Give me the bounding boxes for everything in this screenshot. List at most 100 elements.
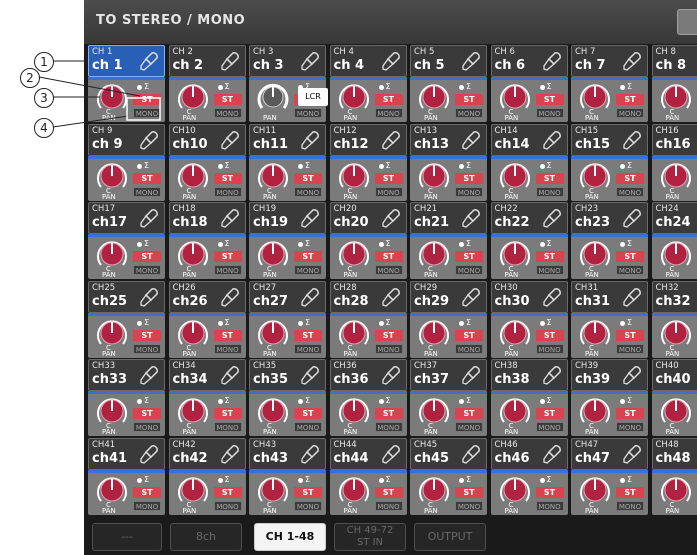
channel-name-button[interactable]: CH20 ch20	[329, 202, 407, 234]
channel-name-button[interactable]: CH28 ch28	[329, 280, 407, 313]
pan-knob[interactable]	[659, 394, 693, 428]
channel-name-button[interactable]: CH 5 ch 5	[410, 45, 487, 77]
pan-knob[interactable]	[578, 316, 612, 350]
mono-button[interactable]: MONO	[294, 343, 322, 354]
channel-name-button[interactable]: CH38 ch38	[490, 359, 568, 391]
close-button[interactable]	[677, 9, 697, 35]
st-button[interactable]: ST	[133, 486, 161, 498]
channel-name-button[interactable]: CH 9 ch 9	[88, 123, 165, 156]
st-button[interactable]: ST	[616, 251, 644, 262]
st-button[interactable]: ST	[213, 329, 242, 341]
channel-name-button[interactable]: CH27 ch27	[249, 280, 326, 313]
st-button[interactable]: ST	[616, 486, 644, 498]
channel-name-button[interactable]: CH34 ch34	[168, 359, 246, 391]
pan-knob[interactable]	[417, 394, 451, 428]
st-button[interactable]: ST	[294, 172, 322, 184]
pan-knob[interactable]	[659, 159, 693, 193]
mono-button[interactable]: MONO	[374, 265, 403, 275]
st-button[interactable]: ST	[294, 408, 322, 419]
st-button[interactable]: ST	[616, 329, 644, 341]
channel-name-button[interactable]: CH 1 ch 1	[88, 45, 165, 77]
tab-8ch[interactable]: 8ch	[170, 523, 242, 551]
pan-knob[interactable]	[578, 237, 612, 271]
mono-button[interactable]: MONO	[294, 108, 322, 118]
pan-knob[interactable]	[417, 237, 451, 271]
mono-button[interactable]: MONO	[616, 186, 644, 197]
mono-button[interactable]: MONO	[535, 343, 564, 354]
channel-name-button[interactable]: CH47 ch47	[571, 437, 648, 470]
mono-button[interactable]: MONO	[535, 500, 564, 511]
mono-button[interactable]: MONO	[374, 186, 403, 197]
st-button[interactable]: ST	[213, 251, 242, 262]
channel-name-button[interactable]: CH45 ch45	[410, 437, 487, 470]
pan-knob[interactable]	[498, 80, 532, 114]
st-button[interactable]: ST	[294, 486, 322, 498]
pan-knob[interactable]	[578, 159, 612, 193]
pan-knob[interactable]	[256, 237, 290, 271]
pan-knob[interactable]	[256, 394, 290, 428]
channel-name-button[interactable]: CH10 ch10	[168, 123, 246, 156]
mono-button[interactable]: MONO	[133, 108, 161, 118]
mono-button[interactable]: MONO	[535, 265, 564, 275]
st-button[interactable]: ST	[133, 329, 161, 341]
pan-knob[interactable]	[256, 316, 290, 350]
channel-name-button[interactable]: CH12 ch12	[329, 123, 407, 156]
channel-name-button[interactable]: CH 2 ch 2	[168, 45, 246, 77]
mono-button[interactable]: MONO	[455, 186, 483, 197]
channel-name-button[interactable]: CH46 ch46	[490, 437, 568, 470]
pan-knob[interactable]	[659, 316, 693, 350]
mono-button[interactable]: MONO	[213, 422, 242, 432]
channel-name-button[interactable]: CH42 ch42	[168, 437, 246, 470]
pan-knob[interactable]	[176, 473, 210, 507]
st-button[interactable]: ST	[374, 408, 403, 419]
st-button[interactable]: ST	[213, 486, 242, 498]
channel-name-button[interactable]: CH25 ch25	[88, 280, 165, 313]
channel-name-button[interactable]: CH 4 ch 4	[329, 45, 407, 77]
channel-name-button[interactable]: CH30 ch30	[490, 280, 568, 313]
pan-knob[interactable]	[498, 473, 532, 507]
pan-knob[interactable]	[417, 316, 451, 350]
st-button[interactable]: ST	[616, 408, 644, 419]
st-button[interactable]: ST	[294, 329, 322, 341]
channel-name-button[interactable]: CH16 ch16	[651, 123, 697, 156]
mono-button[interactable]: MONO	[535, 186, 564, 197]
pan-knob[interactable]	[337, 159, 371, 193]
st-button[interactable]: ST	[213, 94, 242, 105]
mono-button[interactable]: MONO	[213, 108, 242, 118]
mono-button[interactable]: MONO	[455, 343, 483, 354]
pan-knob[interactable]	[95, 237, 129, 271]
tab-output[interactable]: OUTPUT	[414, 523, 486, 551]
channel-name-button[interactable]: CH41 ch41	[88, 437, 165, 470]
channel-name-button[interactable]: CH48 ch48	[651, 437, 697, 470]
channel-name-button[interactable]: CH13 ch13	[410, 123, 487, 156]
st-button[interactable]: ST	[535, 408, 564, 419]
pan-knob[interactable]	[337, 316, 371, 350]
pan-knob[interactable]	[256, 80, 290, 114]
channel-name-button[interactable]: CH18 ch18	[168, 202, 246, 234]
channel-name-button[interactable]: CH33 ch33	[88, 359, 165, 391]
pan-knob[interactable]	[417, 80, 451, 114]
pan-knob[interactable]	[95, 316, 129, 350]
pan-knob[interactable]	[337, 80, 371, 114]
pan-knob[interactable]	[578, 473, 612, 507]
mono-button[interactable]: MONO	[374, 422, 403, 432]
st-button[interactable]: ST	[133, 251, 161, 262]
pan-knob[interactable]	[176, 237, 210, 271]
channel-name-button[interactable]: CH39 ch39	[571, 359, 648, 391]
channel-name-button[interactable]: CH23 ch23	[571, 202, 648, 234]
st-button[interactable]: ST	[374, 329, 403, 341]
pan-knob[interactable]	[417, 159, 451, 193]
st-button[interactable]: ST	[535, 94, 564, 105]
channel-name-button[interactable]: CH24 ch24	[651, 202, 697, 234]
channel-name-button[interactable]: CH31 ch31	[571, 280, 648, 313]
channel-name-button[interactable]: CH19 ch19	[249, 202, 326, 234]
pan-knob[interactable]	[659, 237, 693, 271]
pan-knob[interactable]	[498, 316, 532, 350]
channel-name-button[interactable]: CH 3 ch 3	[249, 45, 326, 77]
pan-knob[interactable]	[337, 473, 371, 507]
pan-knob[interactable]	[176, 394, 210, 428]
pan-knob[interactable]	[176, 159, 210, 193]
pan-knob[interactable]	[498, 159, 532, 193]
channel-name-button[interactable]: CH14 ch14	[490, 123, 568, 156]
channel-name-button[interactable]: CH 8 ch 8	[651, 45, 697, 77]
